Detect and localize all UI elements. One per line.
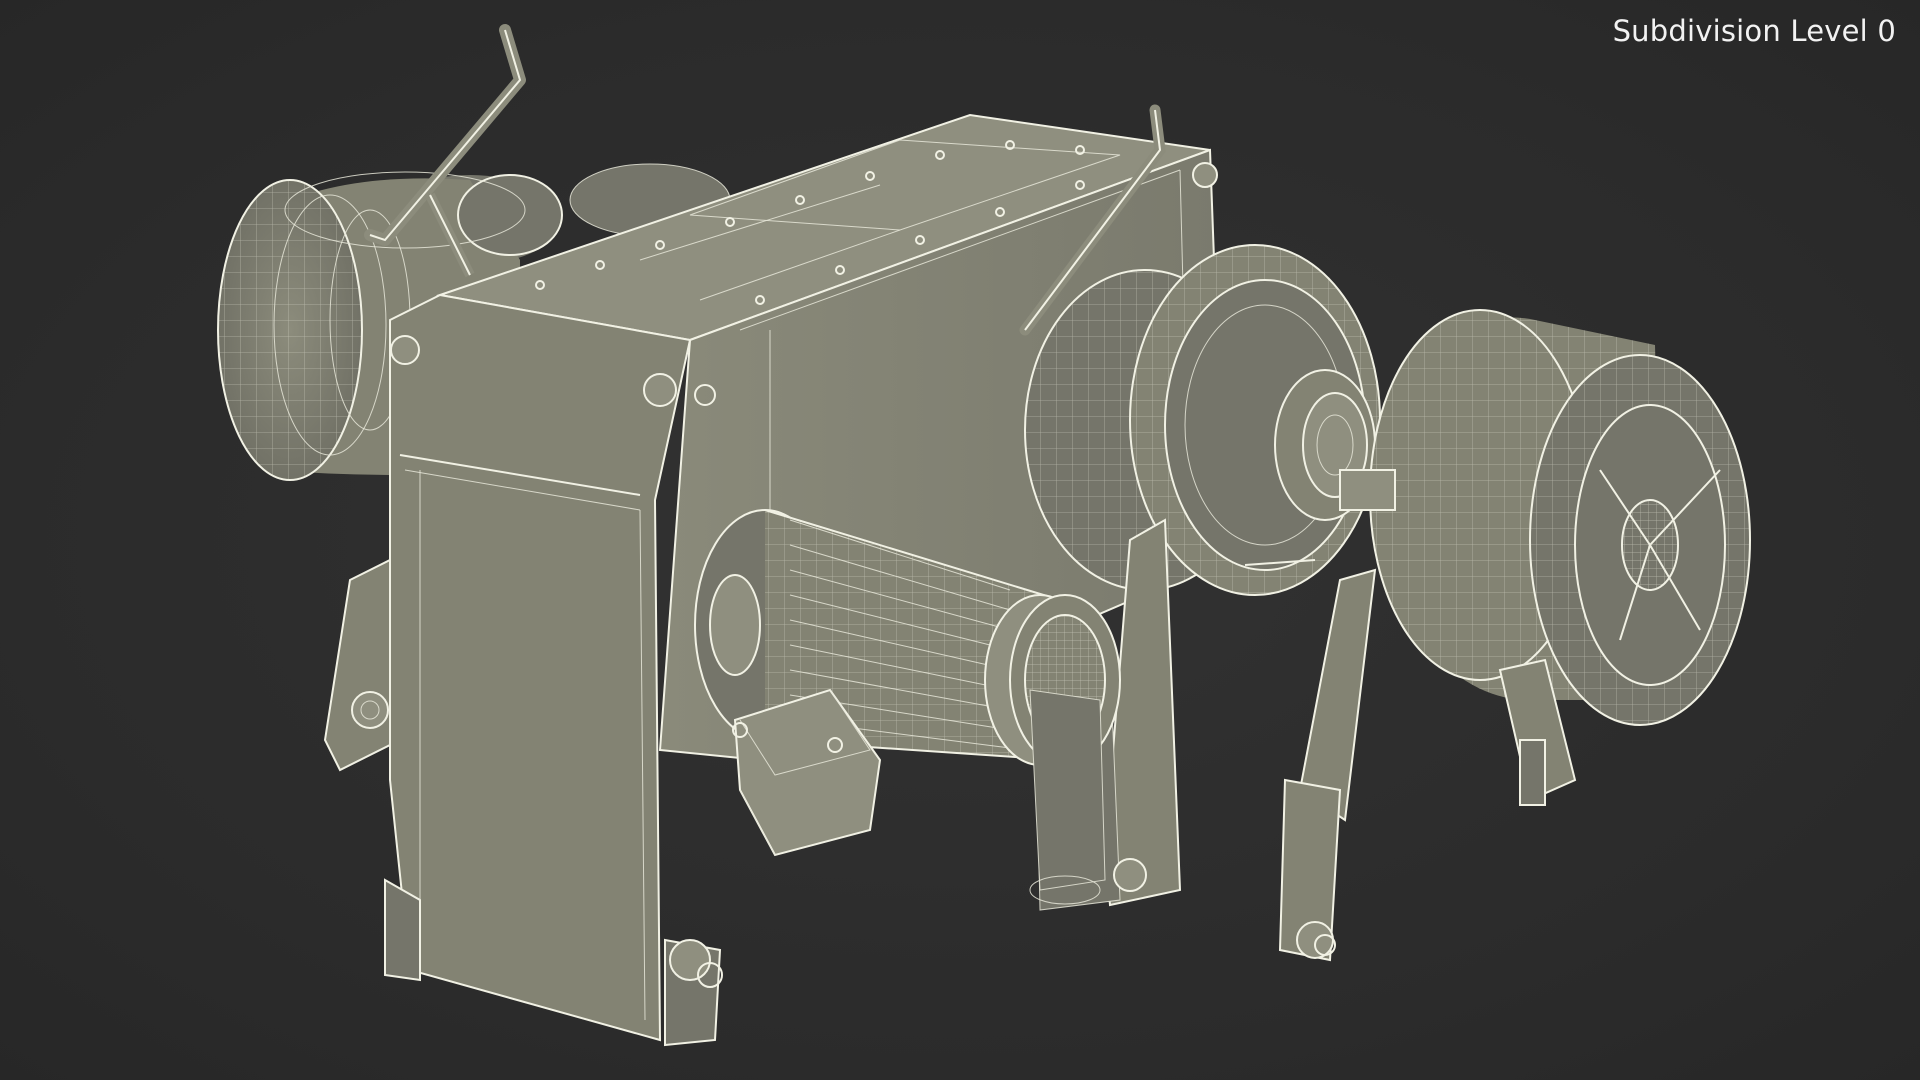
- wireframe-windlass-model: [217, 24, 1751, 1047]
- left-brake-arm[interactable]: [323, 558, 402, 772]
- 3d-viewport[interactable]: Subdivision Level 0: [0, 0, 1920, 1080]
- cable-lifter-wheel[interactable]: [1024, 244, 1381, 596]
- cable-lifter-pedestal: [1029, 689, 1106, 905]
